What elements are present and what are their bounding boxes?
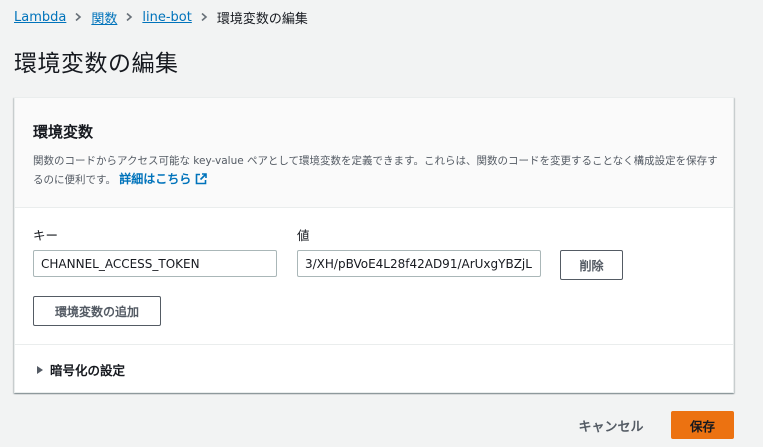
cancel-button[interactable]: キャンセル	[570, 412, 652, 438]
add-variable-button[interactable]: 環境変数の追加	[33, 296, 161, 326]
key-column-label: キー	[33, 228, 59, 243]
remove-variable-button[interactable]: 削除	[560, 250, 623, 280]
breadcrumb-link-function[interactable]: line-bot	[142, 10, 191, 25]
chevron-right-icon	[125, 13, 133, 21]
learn-more-link[interactable]: 詳細はこちら	[119, 172, 208, 186]
chevron-right-icon	[200, 13, 208, 21]
external-link-icon	[195, 172, 208, 190]
divider	[15, 344, 733, 345]
env-key-input[interactable]	[33, 250, 277, 277]
breadcrumb-link-lambda[interactable]: Lambda	[14, 10, 66, 25]
panel-header: 環境変数 関数のコードからアクセス可能な key-value ペアとして環境変数…	[15, 98, 733, 208]
encryption-settings-label: 暗号化の設定	[50, 363, 126, 378]
encryption-settings-expander[interactable]: 暗号化の設定	[35, 360, 125, 379]
value-column-label: 値	[297, 228, 310, 243]
caret-right-icon	[35, 365, 45, 375]
environment-variables-panel: 環境変数 関数のコードからアクセス可能な key-value ペアとして環境変数…	[14, 97, 734, 393]
env-value-input[interactable]	[297, 250, 541, 277]
learn-more-label: 詳細はこちら	[119, 172, 192, 186]
page-title: 環境変数の編集	[14, 51, 179, 77]
breadcrumb-link-functions[interactable]: 関数	[91, 8, 117, 27]
panel-description: 関数のコードからアクセス可能な key-value ペアとして環境変数を定義でき…	[33, 152, 723, 190]
chevron-right-icon	[74, 13, 82, 21]
breadcrumb: Lambda 関数 line-bot 環境変数の編集	[14, 8, 308, 27]
save-button[interactable]: 保存	[671, 411, 734, 439]
panel-title: 環境変数	[33, 123, 94, 141]
breadcrumb-current: 環境変数の編集	[216, 11, 308, 27]
